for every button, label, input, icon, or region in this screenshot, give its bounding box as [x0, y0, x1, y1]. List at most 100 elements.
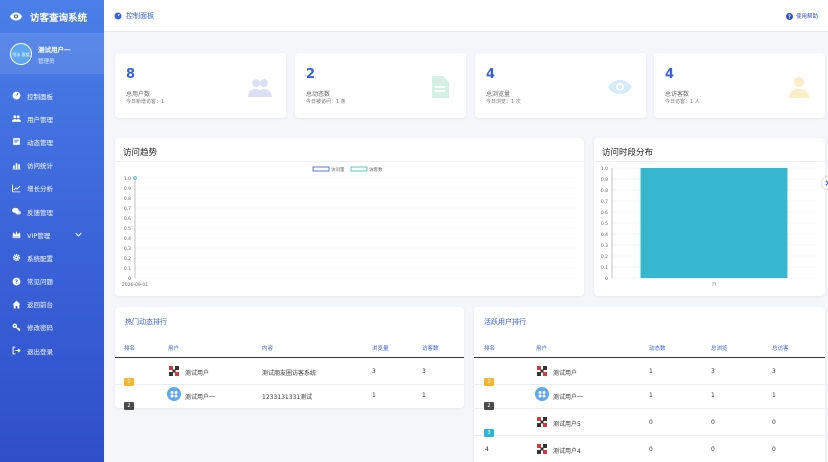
dashboard-icon	[114, 12, 122, 20]
y-tick-label: 0.4	[601, 232, 608, 238]
avatar-icon	[169, 366, 179, 376]
column-header: 浏览量	[372, 346, 389, 352]
posts-value: 1	[649, 392, 653, 399]
stat-label: 总用户数	[126, 91, 151, 98]
stat-card-views[interactable]: 4 总浏览量 今日浏览：1 次	[475, 53, 646, 118]
y-tick-label: 0.8	[124, 196, 131, 202]
sidebar-item-label: VIP管理	[27, 231, 51, 240]
logout-icon	[12, 346, 21, 355]
visitors-value: 0	[772, 446, 776, 453]
y-tick-label: 0.7	[124, 206, 131, 212]
table-header: 排名 用户 动态数 总浏览 总访客	[474, 336, 825, 358]
key-icon	[12, 323, 21, 332]
user-role: 管理员	[38, 58, 55, 65]
user-profile[interactable]: 恒水 客楼 测试用户一 管理员	[0, 34, 104, 74]
sidebar-item-vip[interactable]: VIP管理	[0, 223, 104, 246]
panel-title: 活跃用户排行	[484, 318, 526, 326]
sidebar-item-stats[interactable]: 访问统计	[0, 154, 104, 177]
table-row[interactable]: 4 测试用户4 0 0 0	[474, 436, 825, 462]
time-dist-panel: 访问时段分布 0 0.1 0.2 0.3 0.4 0.5 0.6 0.7 0.8 0.9 1.0??	[594, 138, 825, 296]
visit-trend-chart: 0 0.1 0.2 0.3 0.4 0.5 0.6 0.7 0.8 0.9 1.0 访问量 访客数 202…	[122, 166, 575, 288]
stat-card-posts[interactable]: 2 总动态数 今日被访问：1 条	[295, 53, 466, 118]
avatar: 恒水 客楼	[10, 43, 32, 65]
document-icon	[432, 76, 449, 98]
y-tick-label: 0.4	[124, 236, 131, 242]
avatar-icon	[167, 387, 181, 401]
y-tick-label: 0	[128, 276, 131, 282]
stat-value: 8	[126, 67, 136, 82]
column-header: 总访客	[772, 346, 789, 352]
user-name: 测试用户一	[185, 394, 216, 401]
sidebar-item-feedback[interactable]: 反馈管理	[0, 200, 104, 223]
sidebar-item-growth[interactable]: 增长分析	[0, 177, 104, 200]
series-point[interactable]	[133, 176, 137, 180]
stat-value: 4	[665, 67, 675, 82]
sidebar-item-frontend[interactable]: 返回前台	[0, 293, 104, 316]
posts-value: 0	[649, 419, 653, 426]
stat-label: 总动态数	[306, 91, 331, 98]
y-tick-label: 1.0	[124, 176, 131, 182]
sidebar: 访客查询系统 恒水 客楼 测试用户一 管理员 控制面板 用户管理 动态管理 访问…	[0, 0, 104, 462]
chevron-down-icon	[75, 232, 82, 237]
side-scroll-handle[interactable]	[822, 177, 828, 189]
views-value: 1	[711, 392, 715, 399]
sidebar-item-label: 用户管理	[27, 115, 53, 124]
sidebar-item-logout[interactable]: 退出登录	[0, 339, 104, 362]
legend-swatch[interactable]	[312, 166, 330, 172]
visitors-value: 3	[422, 368, 426, 375]
question-icon: ?	[785, 12, 793, 20]
chevron-right-icon	[825, 180, 828, 186]
sidebar-item-label: 常见问题	[27, 278, 53, 287]
sidebar-item-users[interactable]: 用户管理	[0, 107, 104, 130]
svg-text:?: ?	[15, 279, 18, 285]
table-header: 排名 用户 内容 浏览量 访客数	[115, 336, 464, 358]
sidebar-item-password[interactable]: 修改密码	[0, 316, 104, 339]
comments-icon	[12, 207, 21, 215]
visit-trend-panel: 访问趋势 0 0.1 0.2 0.3 0.4 0.5 0.6 0.7 0.8 0.9 1.0 访问量 访…	[115, 138, 584, 296]
sidebar-item-label: 增长分析	[27, 185, 53, 194]
bar[interactable]	[640, 168, 788, 278]
sidebar-item-config[interactable]: 系统配置	[0, 246, 104, 269]
crown-icon	[12, 231, 21, 239]
help-link[interactable]: ? 使用帮助	[785, 12, 818, 20]
views-value: 0	[711, 446, 715, 453]
column-header: 用户	[536, 346, 548, 352]
eye-icon	[10, 12, 22, 21]
y-tick-label: 0.3	[124, 246, 131, 252]
table-row[interactable]: 1 测试用户 1 3 3	[474, 358, 825, 386]
brand[interactable]: 访客查询系统	[0, 0, 104, 34]
user-icon	[789, 77, 809, 98]
stat-sub: 今日访客：1 人	[665, 99, 700, 105]
active-users-panel: 活跃用户排行 排名 用户 动态数 总浏览 总访客 1 测试用户 1 3 3 2 …	[474, 307, 825, 462]
x-tick-label: 2026-09-01	[122, 282, 148, 288]
user-name: 测试用户4	[553, 448, 581, 455]
document-icon	[13, 138, 20, 146]
y-tick-label: 0.7	[601, 199, 608, 205]
table-row[interactable]: 3 测试用户5 0 0 0	[474, 409, 825, 437]
user-name: 测试用户	[553, 370, 578, 377]
post-content: 测试朋友圈访客系统	[262, 370, 317, 377]
y-tick-label: 0.5	[601, 221, 608, 227]
table-row[interactable]: 2 测试用户一 1 1 1	[474, 382, 825, 410]
sidebar-item-dashboard[interactable]: 控制面板	[0, 84, 104, 107]
sidebar-item-faq[interactable]: ? 常见问题	[0, 270, 104, 293]
table-row[interactable]: 1 测试用户 测试朋友圈访客系统 3 3	[115, 358, 464, 386]
post-content: 1233131331测试	[262, 394, 313, 401]
legend-swatch[interactable]	[350, 166, 368, 172]
users-icon	[12, 115, 21, 123]
hot-posts-panel: 热门动态排行 排名 用户 内容 浏览量 访客数 1 测试用户 测试朋友圈访客系统…	[115, 307, 464, 410]
stat-card-visitors[interactable]: 4 总访客数 今日访客：1 人	[654, 53, 825, 118]
y-tick-label: 0.2	[124, 256, 131, 262]
app-title: 访客查询系统	[30, 12, 88, 24]
column-header: 内容	[262, 346, 274, 352]
table-row[interactable]: 2 测试用户一 1233131331测试 1 1	[115, 382, 464, 410]
users-icon	[248, 79, 272, 97]
sidebar-item-label: 反馈管理	[27, 208, 53, 217]
sidebar-item-posts[interactable]: 动态管理	[0, 130, 104, 153]
stat-card-users[interactable]: 8 总用户数 今日新增访客：1	[115, 53, 286, 118]
column-header: 访客数	[422, 346, 439, 352]
column-header: 排名	[124, 346, 136, 352]
avatar-icon	[535, 387, 549, 401]
legend-label: 访问量	[331, 166, 345, 173]
posts-value: 1	[649, 368, 653, 375]
